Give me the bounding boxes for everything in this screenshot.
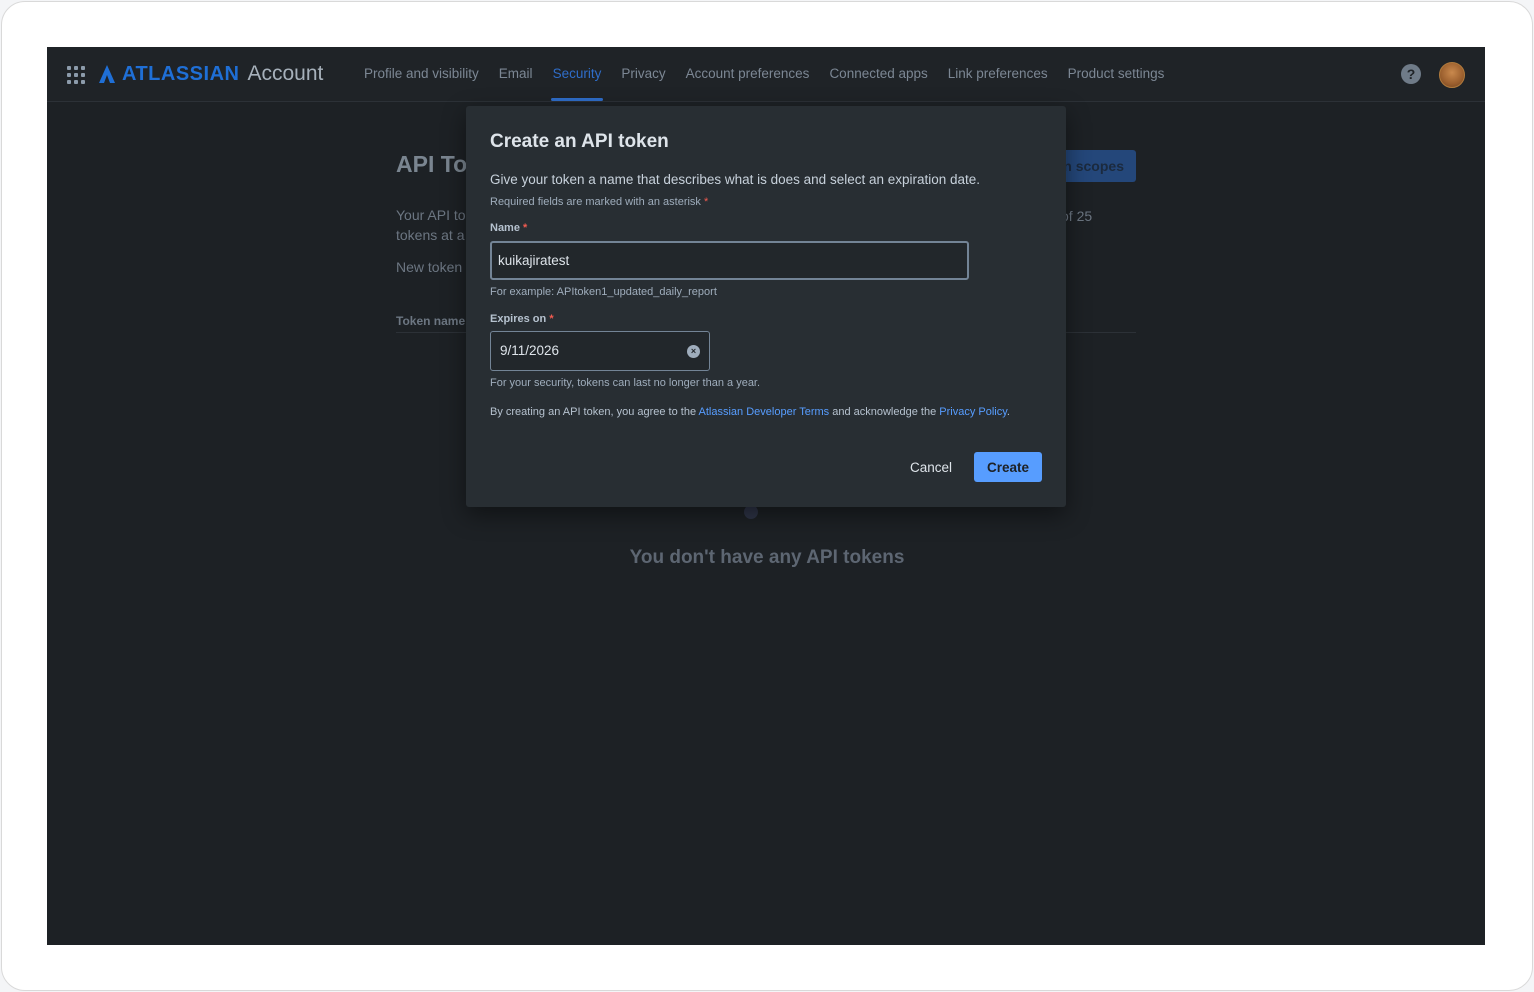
- terms-suffix: .: [1006, 406, 1010, 418]
- tab-privacy[interactable]: Privacy: [621, 47, 665, 101]
- required-asterisk: *: [523, 222, 528, 234]
- privacy-policy-link[interactable]: Privacy Policy: [939, 406, 1007, 418]
- tab-email[interactable]: Email: [499, 47, 533, 101]
- required-asterisk: *: [549, 313, 554, 325]
- token-name-input[interactable]: [490, 241, 969, 280]
- required-fields-note: Required fields are marked with an aster…: [490, 196, 708, 208]
- tab-security[interactable]: Security: [550, 47, 604, 101]
- avatar[interactable]: [1439, 62, 1465, 88]
- tab-link-preferences[interactable]: Link preferences: [948, 47, 1048, 101]
- required-asterisk: *: [704, 196, 709, 208]
- terms-text: By creating an API token, you agree to t…: [490, 404, 1030, 420]
- name-helper-text: For example: APItoken1_updated_daily_rep…: [490, 286, 717, 298]
- developer-terms-link[interactable]: Atlassian Developer Terms: [699, 406, 830, 418]
- expires-label: Expires on *: [490, 313, 554, 325]
- tab-profile-and-visibility[interactable]: Profile and visibility: [364, 47, 479, 101]
- table-header-token-name: Token name: [396, 314, 466, 328]
- new-token-text: New token: [396, 259, 463, 275]
- top-navigation: ATLASSIAN Account Profile and visibility…: [47, 47, 1485, 102]
- page-title: API To: [396, 151, 468, 177]
- nav-tabs: Profile and visibility Email Security Pr…: [364, 47, 1164, 101]
- atlassian-account-logo[interactable]: ATLASSIAN Account: [98, 61, 323, 87]
- brand-name: ATLASSIAN: [122, 62, 240, 85]
- tab-account-preferences[interactable]: Account preferences: [686, 47, 810, 101]
- terms-prefix: By creating an API token, you agree to t…: [490, 406, 699, 418]
- name-label: Name *: [490, 222, 527, 234]
- expiration-date-value: 9/11/2026: [500, 343, 560, 358]
- product-name: Account: [247, 62, 324, 85]
- expiration-date-picker[interactable]: 9/11/2026 ×: [490, 331, 710, 371]
- cancel-button[interactable]: Cancel: [896, 452, 966, 482]
- dialog-description: Give your token a name that describes wh…: [490, 172, 981, 187]
- empty-state-illustration: [744, 505, 758, 519]
- name-label-text: Name: [490, 222, 520, 234]
- empty-state-message: You don't have any API tokens: [629, 547, 905, 568]
- page-description: Your API to tokens at a: [396, 207, 466, 243]
- app-screen: ATLASSIAN Account Profile and visibility…: [47, 47, 1485, 945]
- expires-label-text: Expires on: [490, 313, 547, 325]
- tab-product-settings[interactable]: Product settings: [1068, 47, 1165, 101]
- dialog-title: Create an API token: [490, 131, 669, 152]
- clear-icon[interactable]: ×: [687, 345, 700, 358]
- atlassian-logo-icon: [99, 65, 115, 83]
- terms-middle: and acknowledge the: [829, 406, 940, 418]
- create-button[interactable]: Create: [974, 452, 1042, 482]
- tab-connected-apps[interactable]: Connected apps: [829, 47, 927, 101]
- help-icon[interactable]: ?: [1401, 64, 1421, 84]
- app-switcher-icon[interactable]: [67, 66, 85, 84]
- expires-helper-text: For your security, tokens can last no lo…: [490, 377, 761, 389]
- required-note-text: Required fields are marked with an aster…: [490, 196, 701, 208]
- create-api-token-dialog: Create an API token Give your token a na…: [466, 106, 1066, 507]
